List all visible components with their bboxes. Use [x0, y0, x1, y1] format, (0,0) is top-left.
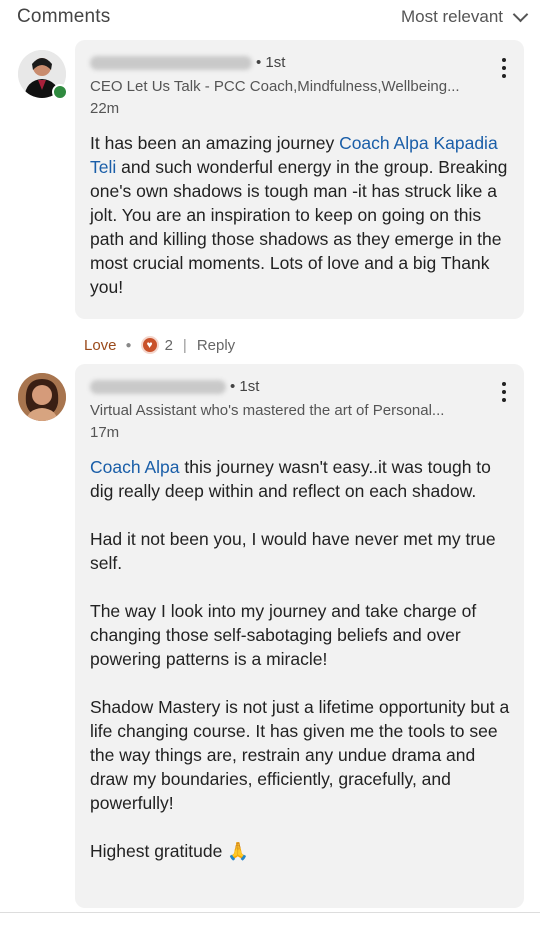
author-name-redacted[interactable] — [90, 55, 252, 70]
author-name-redacted[interactable] — [90, 379, 226, 394]
comment-text: It has been an amazing journey Coach Alp… — [90, 133, 508, 297]
mention-link[interactable]: Coach Alpa — [90, 457, 180, 477]
comment-bubble: • 1st Virtual Assistant who's mastered t… — [75, 364, 524, 908]
mention-link[interactable]: Coach Alpa — [339, 133, 429, 153]
connection-degree: • 1st — [256, 54, 286, 71]
divider — [0, 912, 540, 913]
comment-actions: Love ● ♥ 2 | Reply — [84, 336, 235, 354]
more-options-icon[interactable] — [502, 382, 506, 402]
sort-label: Most relevant — [400, 7, 503, 26]
comments-title: Comments — [17, 6, 111, 27]
divider: | — [182, 336, 187, 354]
more-options-icon[interactable] — [502, 58, 506, 78]
comment-time: 17m — [90, 424, 120, 441]
author-row[interactable]: • 1st — [90, 54, 285, 71]
comment-text: Coach Alpa this journey wasn't easy..it … — [90, 457, 510, 861]
reply-button[interactable]: Reply — [197, 337, 235, 354]
sort-dropdown[interactable]: Most relevant — [400, 6, 529, 27]
author-headline: Virtual Assistant who's mastered the art… — [90, 402, 445, 419]
online-status-indicator — [52, 84, 68, 100]
comment-time: 22m — [90, 100, 120, 117]
love-reaction-button[interactable]: Love — [84, 337, 117, 354]
comment-bubble: • 1st CEO Let Us Talk - PCC Coach,Mindfu… — [75, 40, 524, 319]
chevron-down-icon — [512, 6, 529, 22]
author-headline: CEO Let Us Talk - PCC Coach,Mindfulness,… — [90, 78, 460, 95]
avatar[interactable] — [18, 373, 66, 421]
comments-header: Comments Most relevant — [0, 0, 540, 30]
author-row[interactable]: • 1st — [90, 378, 259, 395]
separator-dot: ● — [125, 339, 132, 351]
heart-icon[interactable]: ♥ — [140, 336, 159, 354]
connection-degree: • 1st — [230, 378, 260, 395]
reaction-count[interactable]: 2 — [165, 337, 173, 354]
